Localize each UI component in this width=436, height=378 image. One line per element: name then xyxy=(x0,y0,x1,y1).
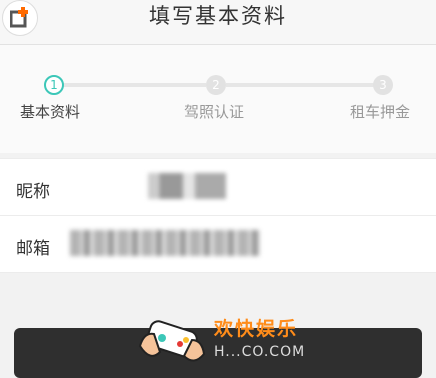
email-field[interactable] xyxy=(70,230,260,256)
step-track-1 xyxy=(56,83,206,87)
email-label: 邮箱 xyxy=(16,239,50,259)
nickname-label: 昵称 xyxy=(16,182,50,202)
step-1-indicator: 1 xyxy=(44,75,64,95)
email-row[interactable]: 邮箱 xyxy=(0,216,436,273)
progress-stepper: 1 2 3 基本资料 驾照认证 租车押金 xyxy=(0,45,436,153)
watermark-text: 欢快娱乐 xyxy=(214,318,299,340)
app-header: 填写基本资料 xyxy=(0,0,436,45)
nickname-field[interactable] xyxy=(148,173,226,199)
watermark-url: H...CO.COM xyxy=(214,344,306,360)
step-2-label: 驾照认证 xyxy=(184,103,245,121)
step-2-indicator: 2 xyxy=(206,75,226,95)
step-1-label: 基本资料 xyxy=(20,103,81,121)
profile-form: 昵称 邮箱 xyxy=(0,158,436,273)
page-title: 填写基本资料 xyxy=(149,4,287,28)
step-3-label: 租车押金 xyxy=(350,103,411,121)
watermark-logo: 欢快娱乐 H...CO.COM xyxy=(134,312,304,370)
step-track-2 xyxy=(226,83,374,87)
step-3-indicator: 3 xyxy=(373,75,393,95)
gamepad-hands-icon xyxy=(138,320,206,362)
nickname-row[interactable]: 昵称 xyxy=(0,158,436,216)
